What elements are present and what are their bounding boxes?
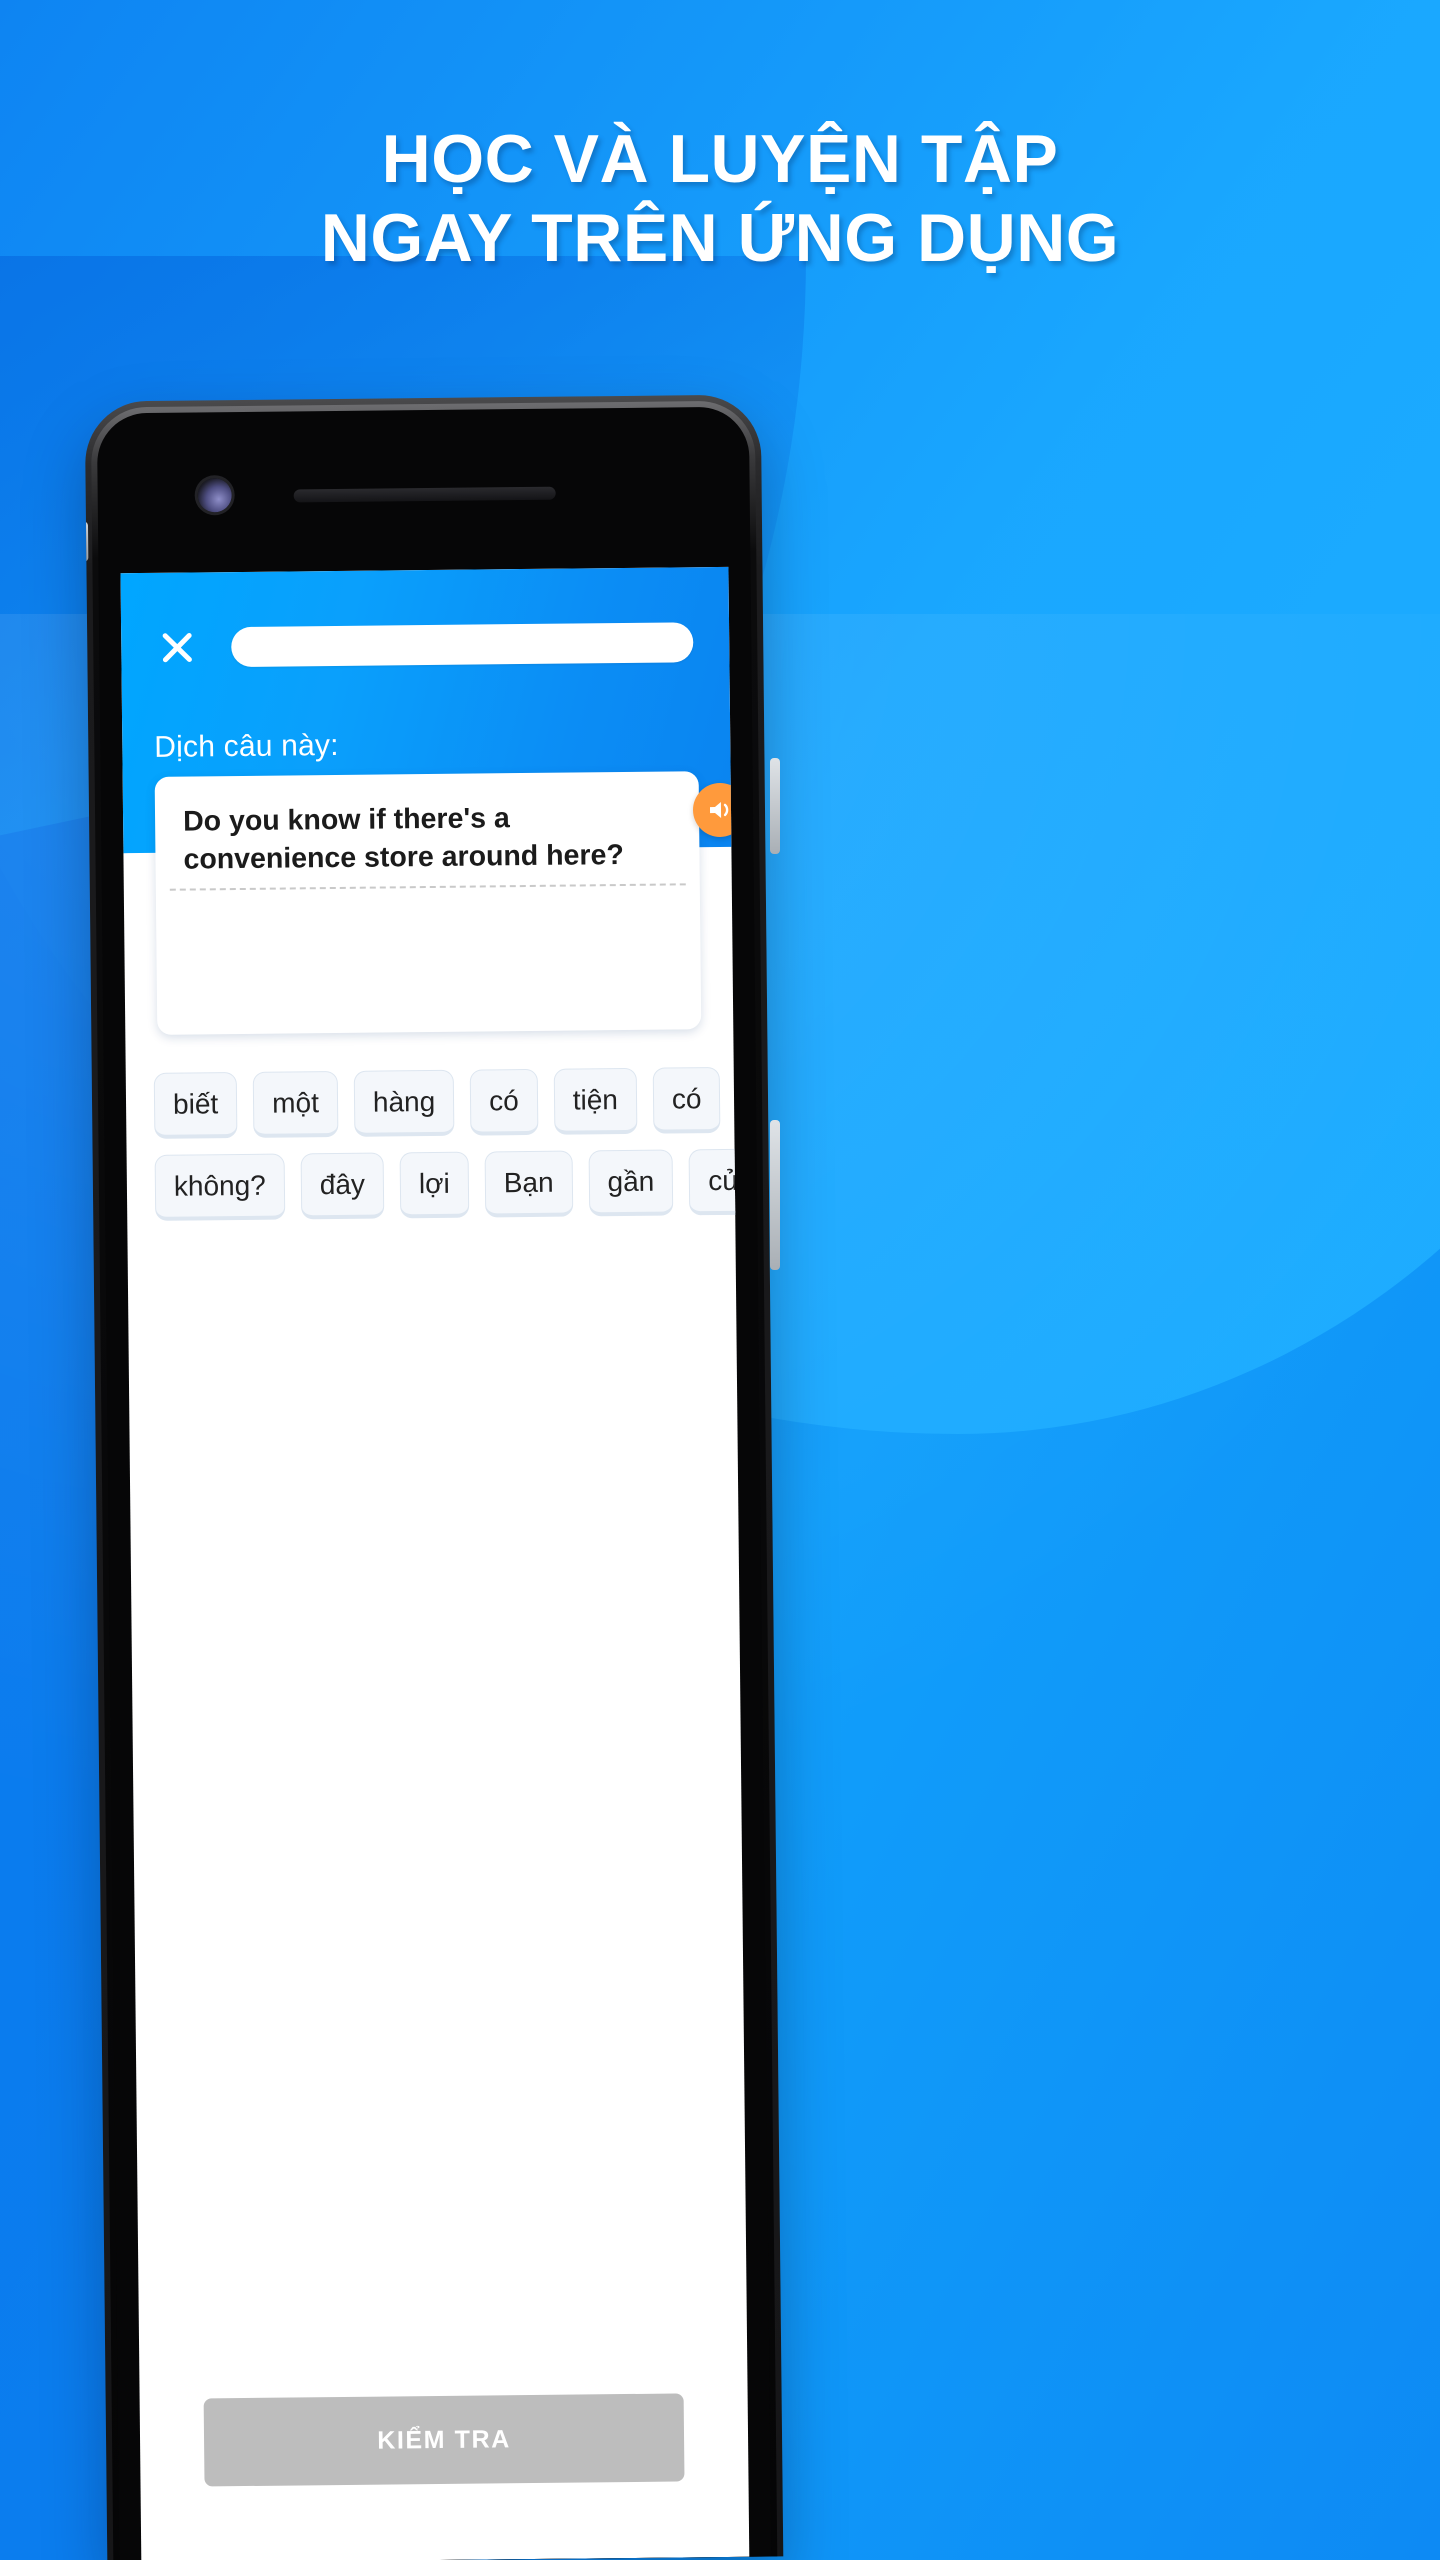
phone-volume-button[interactable] — [770, 1120, 780, 1270]
word-bank: biết một hàng có tiện có không? đây lợi … — [153, 1066, 750, 1237]
word-bank-row-2: không? đây lợi Bạn gần cửa — [154, 1148, 750, 1221]
prompt-label: Dịch câu này: — [154, 728, 339, 764]
app-header — [121, 605, 730, 685]
word-chip[interactable]: Bạn — [484, 1150, 573, 1218]
question-text: Do you know if there's a convenience sto… — [182, 802, 624, 876]
check-button[interactable]: KIỂM TRA — [203, 2393, 685, 2487]
promo-headline: HỌC VÀ LUYỆN TẬP NGAY TRÊN ỨNG DỤNG — [0, 120, 1440, 278]
word-chip[interactable]: có — [652, 1066, 721, 1134]
phone-body: Dịch câu này: Do you know if there's a c… — [96, 406, 772, 2560]
phone-power-button[interactable] — [770, 758, 780, 854]
progress-bar — [231, 622, 694, 668]
word-chip[interactable]: biết — [153, 1072, 238, 1139]
word-chip[interactable]: cửa — [688, 1148, 750, 1216]
phone-mockup: Dịch câu này: Do you know if there's a c… — [84, 394, 784, 2560]
front-camera-icon — [197, 478, 232, 513]
answer-card[interactable]: Do you know if there's a convenience sto… — [154, 771, 702, 1035]
word-chip[interactable]: đây — [300, 1152, 385, 1220]
headline-line-2: NGAY TRÊN ỨNG DỤNG — [320, 199, 1120, 276]
word-chip[interactable]: không? — [154, 1153, 286, 1221]
headline-line-1: HỌC VÀ LUYỆN TẬP — [381, 121, 1059, 197]
word-bank-row-1: biết một hàng có tiện có — [153, 1066, 721, 1139]
answer-divider — [169, 883, 686, 891]
word-chip[interactable]: tiện — [553, 1067, 638, 1135]
close-icon[interactable] — [151, 621, 204, 674]
word-chip[interactable]: gần — [588, 1149, 674, 1217]
word-chip[interactable]: hàng — [353, 1069, 455, 1137]
word-chip[interactable]: có — [469, 1068, 539, 1136]
word-chip[interactable]: một — [252, 1070, 339, 1138]
earpiece-speaker-icon — [293, 486, 556, 503]
speaker-icon[interactable] — [692, 782, 748, 838]
app-screen: Dịch câu này: Do you know if there's a c… — [120, 566, 750, 2560]
word-chip[interactable]: lợi — [399, 1151, 470, 1219]
